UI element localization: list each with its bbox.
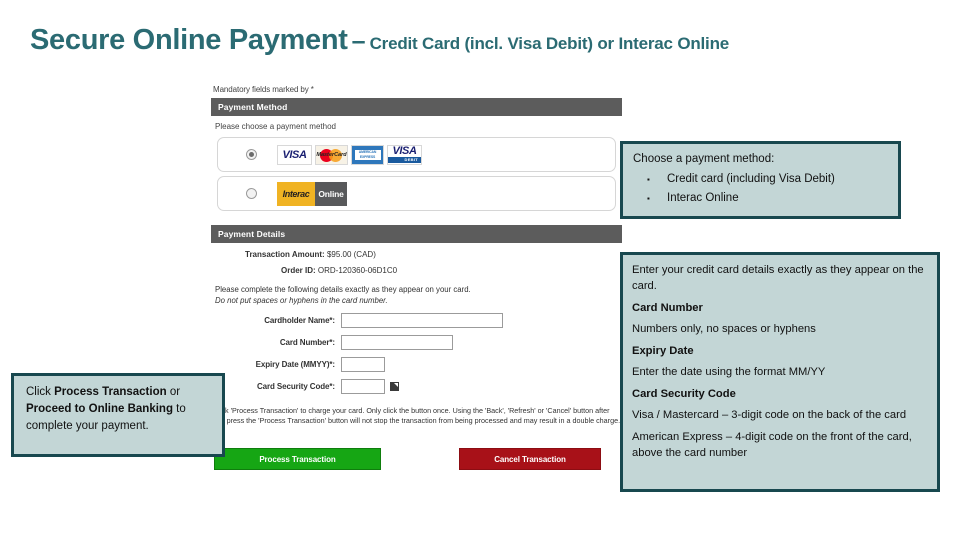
cardholder-name-input[interactable]	[341, 313, 503, 328]
page-title-main: Secure Online Payment	[30, 24, 348, 56]
card-details-note: Please complete the following details ex…	[211, 284, 622, 306]
expiry-date-input[interactable]	[341, 357, 385, 372]
transaction-amount-value: $95.00 (CAD)	[326, 250, 376, 259]
help-icon[interactable]	[390, 382, 399, 391]
card-details-note-line2: Do not put spaces or hyphens in the card…	[215, 296, 388, 305]
visa-debit-logo-bottom: DEBIT	[388, 157, 421, 163]
page-title: Secure Online Payment – Credit Card (incl.…	[30, 24, 729, 57]
callout-choose-payment-method: Choose a payment method: Credit card (in…	[620, 141, 901, 219]
payment-details-section-header: Payment Details	[211, 225, 622, 243]
order-id-label: Order ID:	[281, 266, 316, 275]
interac-logo-text: Interac	[277, 181, 315, 206]
transaction-amount-row: Transaction Amount: $95.00 (CAD)	[211, 250, 622, 259]
process-transaction-button[interactable]: Process Transaction	[214, 448, 381, 470]
amex-logo-line2: EXPRESS	[354, 154, 381, 160]
mandatory-fields-note: Mandatory fields marked by *	[213, 85, 314, 94]
payment-option-interac-online[interactable]: Interac Online	[217, 176, 616, 211]
field-row-expiry-date: Expiry Date (MMYY)*:	[211, 357, 622, 372]
amex-logo: AMERICAN EXPRESS	[351, 144, 384, 165]
callout-left-bold-process: Process Transaction	[54, 386, 167, 398]
callout-methods-list: Credit card (including Visa Debit) Inter…	[633, 170, 888, 208]
page-title-subtitle: Credit Card (incl. Visa Debit) or Intera…	[369, 34, 730, 53]
callout-details-intro: Enter your credit card details exactly a…	[632, 264, 924, 292]
callout-card-details-help: Enter your credit card details exactly a…	[620, 252, 940, 492]
payment-form-screenshot: Mandatory fields marked by * Payment Met…	[211, 83, 622, 518]
callout-details-text-visa-mastercard: Visa / Mastercard – 3-digit code on the …	[632, 408, 907, 421]
online-logo-text: Online	[315, 181, 347, 206]
interac-online-logo: Interac Online	[277, 181, 347, 206]
callout-complete-payment: Click Process Transaction or Proceed to …	[11, 373, 225, 457]
transaction-disclaimer: Click 'Process Transaction' to charge yo…	[213, 406, 621, 425]
expiry-date-label: Expiry Date (MMYY)*:	[255, 360, 335, 369]
field-row-card-number: Card Number*:	[211, 335, 622, 350]
callout-details-label-card-number: Card Number	[632, 302, 703, 314]
callout-details-label-expiry-date: Expiry Date	[632, 345, 694, 357]
card-details-note-line1: Please complete the following details ex…	[215, 285, 471, 294]
callout-details-label-security-code: Card Security Code	[632, 388, 736, 400]
callout-methods-item-interac: Interac Online	[647, 189, 888, 208]
visa-debit-logo-top: VISA	[392, 145, 417, 157]
callout-details-text-expiry-date: Enter the date using the format MM/YY	[632, 365, 826, 378]
radio-interac-online[interactable]	[246, 188, 257, 199]
card-security-code-label: Card Security Code*:	[256, 382, 335, 391]
cancel-transaction-button[interactable]: Cancel Transaction	[459, 448, 601, 470]
field-row-cardholder-name: Cardholder Name*:	[211, 313, 622, 328]
mastercard-logo-text: MasterCard	[316, 151, 347, 158]
callout-left-text: Click Process Transaction or Proceed to …	[26, 384, 212, 435]
card-fields-group: Cardholder Name*: Card Number*: Expiry D…	[211, 313, 622, 394]
order-id-value: ORD-120360-06D1C0	[317, 266, 398, 275]
callout-methods-heading: Choose a payment method:	[633, 153, 775, 165]
page-title-dash: –	[351, 27, 366, 55]
radio-credit-card[interactable]	[246, 149, 257, 160]
callout-left-part2: or	[166, 386, 181, 398]
callout-left-bold-banking: Proceed to Online Banking	[26, 403, 173, 415]
callout-methods-item-credit-card: Credit card (including Visa Debit)	[647, 170, 888, 189]
payment-method-intro: Please choose a payment method	[215, 122, 336, 131]
callout-details-text-card-number: Numbers only, no spaces or hyphens	[632, 322, 816, 335]
form-buttons: Process Transaction Cancel Transaction	[211, 448, 622, 470]
payment-method-section-header: Payment Method	[211, 98, 622, 116]
callout-details-text-amex: American Express – 4-digit code on the f…	[632, 431, 912, 459]
card-security-code-input[interactable]	[341, 379, 385, 394]
mastercard-logo: MasterCard	[315, 144, 348, 165]
cardholder-name-label: Cardholder Name*:	[264, 316, 335, 325]
payment-option-credit-card[interactable]: VISA MasterCard AMERICAN EXPRESS VISA DE…	[217, 137, 616, 172]
card-number-input[interactable]	[341, 335, 453, 350]
card-number-label: Card Number*:	[279, 338, 335, 347]
visa-debit-logo: VISA DEBIT	[387, 144, 422, 165]
credit-card-logos: VISA MasterCard AMERICAN EXPRESS VISA DE…	[277, 144, 422, 165]
callout-left-part1: Click	[26, 386, 55, 398]
order-id-row: Order ID: ORD-120360-06D1C0	[211, 266, 622, 275]
field-row-card-security-code: Card Security Code*:	[211, 379, 622, 394]
transaction-amount-label: Transaction Amount:	[245, 250, 325, 259]
visa-logo: VISA	[277, 144, 312, 165]
